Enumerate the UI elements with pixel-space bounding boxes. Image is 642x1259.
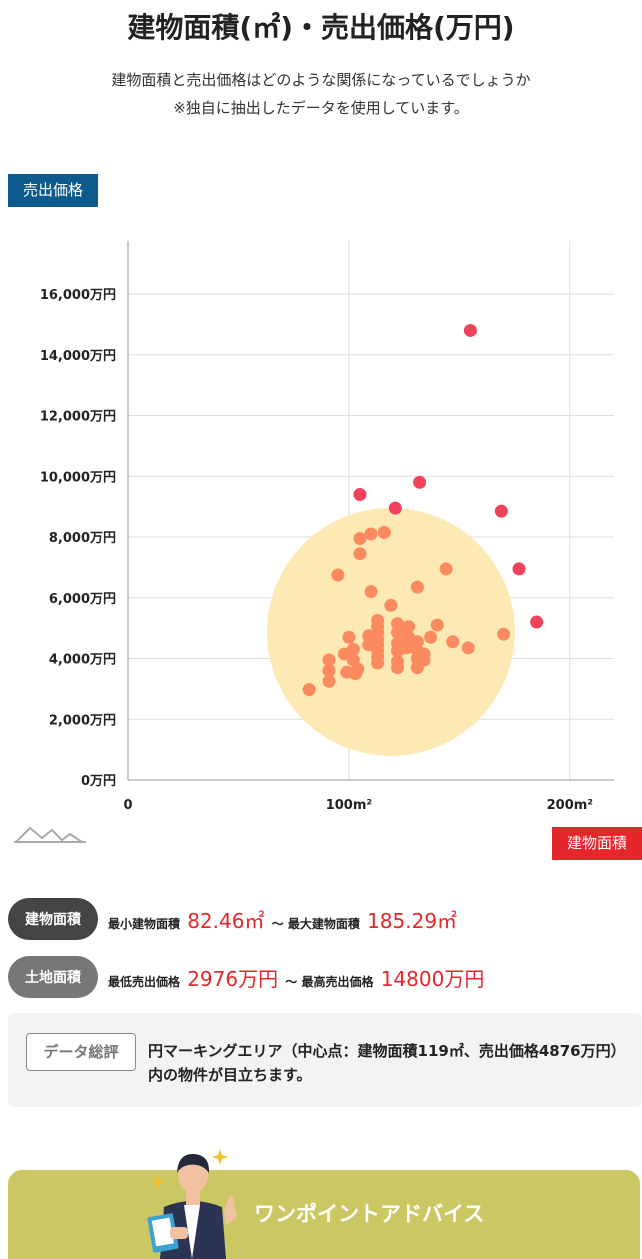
outlier-point bbox=[530, 615, 544, 629]
data-point bbox=[377, 525, 391, 539]
max-area-label: 最大建物面積 bbox=[287, 916, 360, 931]
data-point bbox=[302, 683, 316, 697]
y-tick-label: 10,000万円 bbox=[40, 470, 116, 485]
price-row: 土地面積 最低売出価格 2976万円 ～ 最高売出価格 14800万円 bbox=[8, 956, 487, 998]
data-point bbox=[446, 635, 460, 649]
building-area-pill: 建物面積 bbox=[8, 898, 98, 940]
building-area-row: 建物面積 最小建物面積 82.46㎡ ～ 最大建物面積 185.29㎡ bbox=[8, 898, 460, 940]
data-point bbox=[391, 661, 405, 675]
data-point bbox=[362, 638, 376, 652]
price-text: 最低売出価格 2976万円 ～ 最高売出価格 14800万円 bbox=[108, 963, 487, 992]
x-axis-label: 建物面積 bbox=[552, 827, 642, 860]
y-tick-label: 8,000万円 bbox=[49, 531, 116, 546]
y-tick-label: 0万円 bbox=[81, 774, 116, 789]
y-tick-label: 6,000万円 bbox=[49, 592, 116, 607]
highlight-circle bbox=[266, 507, 515, 756]
min-area-value: 82.46㎡ bbox=[187, 908, 265, 933]
data-point bbox=[342, 630, 356, 644]
min-area-label: 最小建物面積 bbox=[108, 916, 181, 931]
summary-text: 円マーキングエリア（中心点：建物面積119㎡、売出価格4876万円）内の物件が目… bbox=[148, 1042, 626, 1084]
data-point bbox=[430, 618, 444, 632]
range-separator: ～ bbox=[271, 916, 284, 931]
data-point bbox=[349, 667, 363, 681]
data-point bbox=[399, 641, 413, 655]
data-point bbox=[461, 641, 475, 655]
outlier-point bbox=[388, 501, 402, 515]
outlier-point bbox=[353, 487, 367, 501]
max-price-value: 14800万円 bbox=[380, 966, 485, 991]
data-point bbox=[353, 532, 367, 546]
y-tick-label: 4,000万円 bbox=[49, 653, 116, 668]
data-point bbox=[410, 580, 424, 594]
x-tick-label: 200m² bbox=[547, 798, 593, 813]
x-tick-label: 100m² bbox=[326, 798, 372, 813]
data-point bbox=[371, 656, 385, 670]
land-area-pill: 土地面積 bbox=[8, 956, 98, 998]
y-tick-label: 14,000万円 bbox=[40, 349, 116, 364]
data-point bbox=[322, 674, 336, 688]
y-tick-label: 2,000万円 bbox=[49, 713, 116, 728]
data-point bbox=[353, 547, 367, 561]
outlier-point bbox=[463, 323, 477, 337]
building-area-text: 最小建物面積 82.46㎡ ～ 最大建物面積 185.29㎡ bbox=[108, 905, 460, 934]
min-price-label: 最低売出価格 bbox=[108, 974, 181, 989]
x-tick-label: 0 bbox=[123, 798, 132, 813]
data-point bbox=[439, 562, 453, 576]
data-point bbox=[364, 585, 378, 599]
max-price-label: 最高売出価格 bbox=[301, 974, 374, 989]
data-point bbox=[331, 568, 345, 582]
data-point bbox=[417, 653, 431, 667]
mountain-icon bbox=[14, 826, 86, 843]
person-illustration bbox=[147, 1149, 237, 1259]
data-point bbox=[424, 630, 438, 644]
summary-tag: データ総評 bbox=[26, 1033, 136, 1071]
min-price-value: 2976万円 bbox=[187, 966, 279, 991]
max-area-value: 185.29㎡ bbox=[367, 908, 458, 933]
advice-label: ワンポイントアドバイス bbox=[254, 1202, 485, 1226]
data-point bbox=[497, 627, 511, 641]
data-point bbox=[395, 623, 409, 637]
range-separator: ～ bbox=[285, 974, 298, 989]
y-tick-label: 16,000万円 bbox=[40, 288, 116, 303]
outlier-point bbox=[413, 475, 427, 489]
outlier-point bbox=[494, 504, 508, 518]
y-tick-label: 12,000万円 bbox=[40, 410, 116, 425]
one-point-advice-button[interactable]: ワンポイントアドバイス bbox=[8, 1170, 640, 1259]
scatter-chart: 0万円 2,000万円 4,000万円 6,000万円 8,000万円 10,000万円 1… bbox=[40, 241, 614, 813]
data-summary-box: データ総評 円マーキングエリア（中心点：建物面積119㎡、売出価格4876万円）… bbox=[8, 1013, 642, 1107]
data-point bbox=[384, 598, 398, 612]
outlier-point bbox=[512, 562, 526, 576]
